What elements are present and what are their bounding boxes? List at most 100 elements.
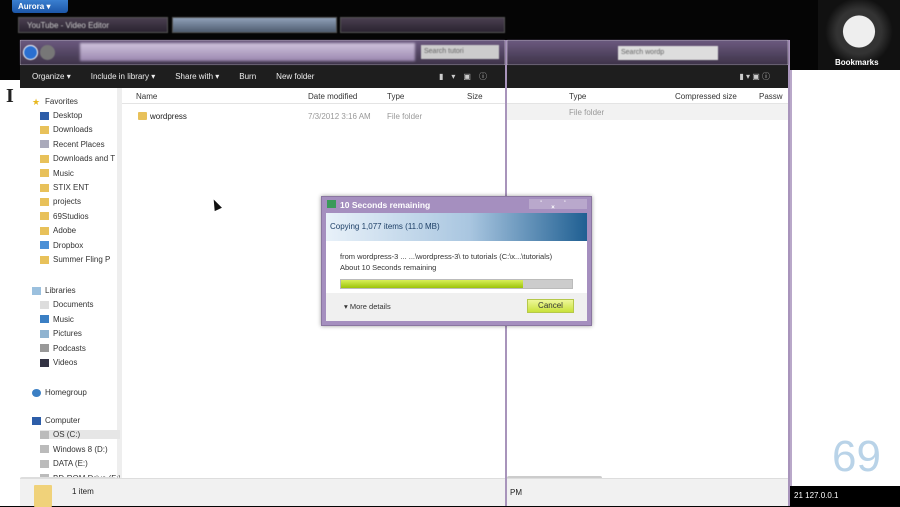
cancel-button[interactable]: Cancel [527, 299, 574, 313]
sidebar-item[interactable]: Recent Places [40, 140, 120, 149]
new-folder-button[interactable]: New folder [276, 72, 314, 81]
sidebar-label: 69Studios [53, 211, 89, 221]
sidebar-label: STIX ENT [53, 183, 90, 192]
address-bar-area: Search tutori [20, 40, 505, 65]
more-details-toggle[interactable]: ▾ More details [344, 302, 391, 311]
folder-icon [40, 226, 49, 235]
copy-progress-dialog: 10 Seconds remaining - ▫ × Copying 1,077… [321, 196, 592, 326]
sidebar-item[interactable]: Music [40, 315, 120, 324]
bookmarks-button[interactable]: Bookmarks [835, 58, 879, 67]
drive-icon [40, 430, 49, 439]
aurora-label: Aurora [18, 2, 45, 11]
sidebar-item[interactable]: Music [40, 169, 120, 178]
desktop-icon [40, 111, 49, 120]
sidebar-homegroup[interactable]: Homegroup [32, 388, 112, 397]
file-row[interactable]: File folder [507, 104, 788, 120]
column-name[interactable]: Name [136, 92, 157, 101]
sidebar-item[interactable]: Podcasts [40, 344, 120, 353]
file-type: File folder [387, 112, 423, 121]
forward-button[interactable] [40, 45, 55, 60]
view-and-help-icons[interactable]: ▮▾▣ⓘ [439, 71, 495, 82]
sidebar-label: Music [53, 168, 74, 178]
sidebar-item[interactable]: Documents [40, 300, 120, 309]
view-options-icon[interactable]: ▮ ▾ ▣ ⓘ [739, 71, 770, 82]
folder-icon [40, 169, 49, 178]
sidebar-libraries[interactable]: Libraries [32, 286, 112, 295]
sidebar-label: Downloads and T [53, 154, 116, 164]
sidebar-label: Summer Fling P [53, 255, 111, 264]
status-bar: 1 item [20, 478, 505, 507]
sidebar-item[interactable]: Videos [40, 358, 120, 367]
column-type[interactable]: Type [569, 92, 586, 101]
more-details-label: More details [349, 302, 391, 311]
pictures-icon [40, 329, 49, 338]
sidebar-label: Podcasts [53, 343, 86, 353]
sidebar-item[interactable]: Adobe [40, 226, 120, 235]
copy-icon [327, 200, 336, 208]
dialog-header: Copying 1,077 items (11.0 MB) [326, 213, 587, 241]
search-input[interactable]: Search wordp [618, 46, 718, 60]
back-button[interactable] [23, 45, 38, 60]
sidebar-item[interactable]: projects [40, 197, 120, 206]
column-password[interactable]: Passw [759, 92, 783, 101]
folder-icon [40, 212, 49, 221]
file-type: File folder [569, 108, 605, 117]
sidebar-item[interactable]: DATA (E:) [40, 459, 120, 468]
time-remaining: About 10 Seconds remaining [340, 263, 437, 272]
sidebar-item[interactable]: Windows 8 (D:) [40, 445, 120, 454]
copy-summary: Copying 1,077 items (11.0 MB) [330, 222, 440, 231]
folder-icon [138, 112, 147, 120]
sidebar-item[interactable]: Pictures [40, 329, 120, 338]
column-date-modified[interactable]: Date modified [308, 92, 357, 101]
folder-icon [40, 255, 49, 264]
window-controls[interactable]: - ▫ × [529, 199, 587, 211]
column-compressed-size[interactable]: Compressed size [675, 92, 737, 101]
sidebar-item[interactable]: Summer Fling P [40, 255, 120, 264]
homegroup-icon [32, 388, 41, 397]
browser-tab[interactable]: YouTube - Video Editor [18, 17, 168, 33]
file-name: wordpress [150, 112, 187, 121]
navigation-pane: ★ Favorites Desktop Downloads Recent Places… [20, 88, 122, 483]
sidebar-item[interactable]: 69Studios [40, 212, 120, 221]
status-bar: PM [507, 478, 788, 506]
folder-icon [40, 183, 49, 192]
document-icon [40, 300, 49, 309]
sidebar-item[interactable]: Dropbox [40, 241, 120, 250]
aurora-menu-button[interactable]: Aurora ▾ [12, 0, 68, 13]
column-type[interactable]: Type [387, 92, 404, 101]
sidebar-item[interactable]: Desktop [40, 111, 120, 120]
address-bar[interactable] [80, 43, 415, 61]
sidebar-item[interactable]: Downloads and T [40, 154, 120, 163]
sidebar-item[interactable]: Downloads [40, 125, 120, 134]
toolbar: Organize ▾ Include in library ▾ Share wi… [20, 65, 505, 88]
share-with-button[interactable]: Share with ▾ [175, 72, 219, 81]
column-size[interactable]: Size [467, 92, 483, 101]
watermark-69: 69 [832, 432, 881, 481]
sidebar-item[interactable]: OS (C:) [40, 430, 120, 439]
burn-button[interactable]: Burn [239, 72, 256, 81]
dialog-footer: ▾ More details Cancel [326, 293, 587, 321]
item-count: 1 item [72, 487, 94, 496]
bookmarks-panel [790, 70, 900, 486]
file-date: 7/3/2012 3:16 AM [308, 112, 371, 121]
include-in-library-button[interactable]: Include in library ▾ [91, 72, 156, 81]
video-icon [40, 358, 49, 367]
sidebar-label: Downloads [53, 125, 93, 135]
browser-tab[interactable] [172, 17, 337, 33]
toolbar: ▮ ▾ ▣ ⓘ [507, 65, 788, 88]
organize-button[interactable]: Organize ▾ [32, 72, 71, 81]
drive-icon [40, 459, 49, 468]
sidebar-label: DATA (E:) [53, 459, 88, 468]
podcast-icon [40, 344, 49, 352]
browser-tab[interactable] [340, 17, 505, 33]
star-icon: ★ [32, 97, 41, 106]
sidebar-favorites[interactable]: ★ Favorites [32, 97, 112, 106]
sidebar-computer[interactable]: Computer [32, 416, 112, 425]
copy-from-to: from wordpress-3 ... ...\wordpress-3\ to… [340, 252, 553, 261]
sidebar-item[interactable]: STIX ENT [40, 183, 120, 192]
sidebar-label: Adobe [53, 226, 77, 236]
sidebar-label: Dropbox [53, 240, 84, 250]
search-input[interactable]: Search tutori [421, 45, 499, 59]
progress-fill [341, 280, 524, 288]
file-row[interactable]: wordpress 7/3/2012 3:16 AM File folder [122, 104, 505, 128]
